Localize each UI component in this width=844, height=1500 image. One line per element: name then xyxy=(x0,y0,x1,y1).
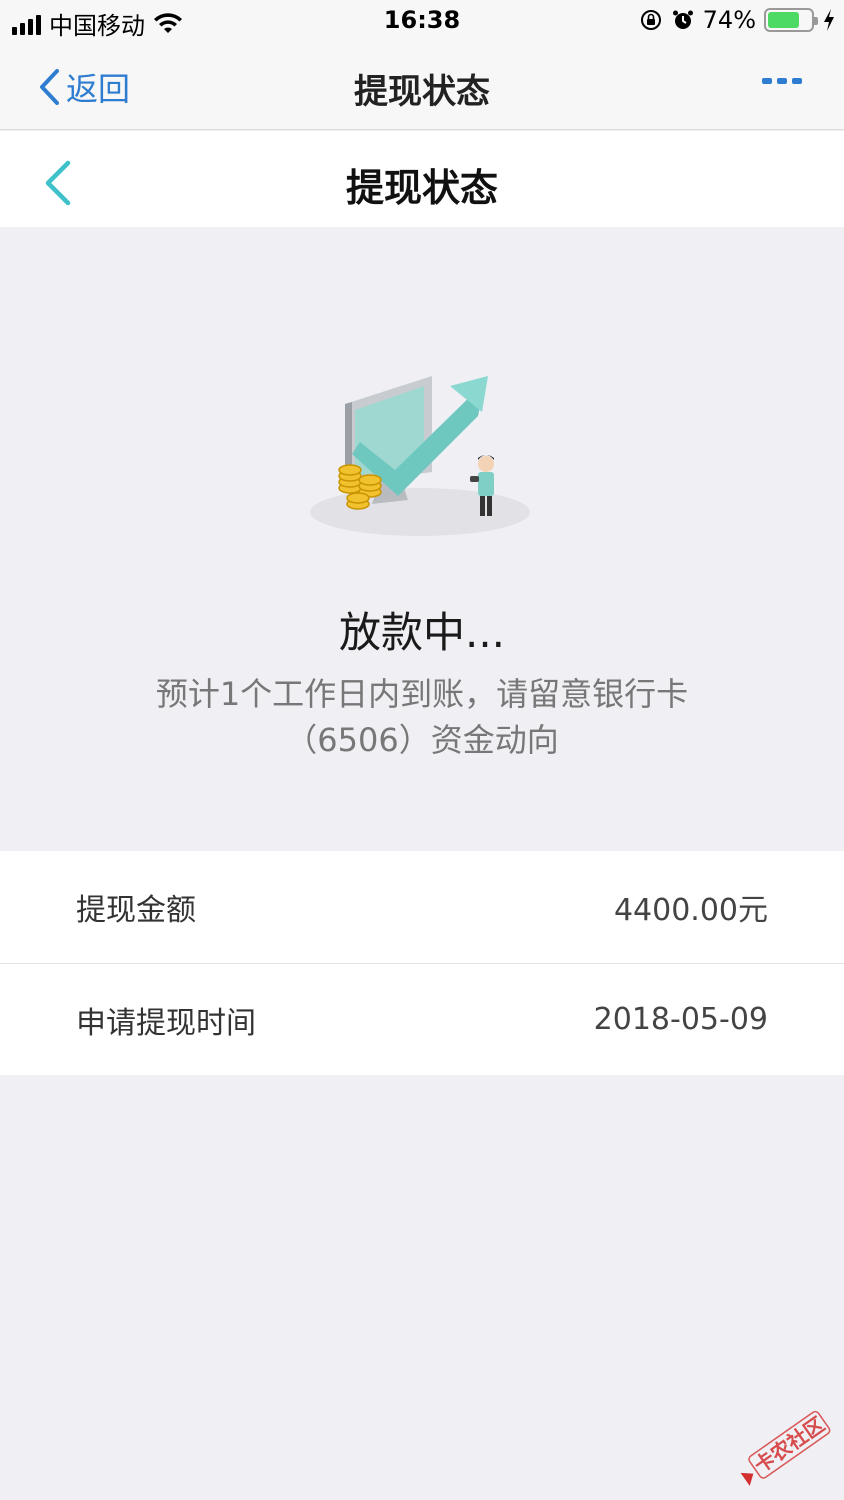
detail-value: 2018-05-09 xyxy=(593,1002,768,1037)
more-button[interactable] xyxy=(762,78,802,84)
withdrawal-details: 提现金额 4400.00元 申请提现时间 2018-05-09 xyxy=(0,851,844,1075)
battery-level-fill xyxy=(768,12,800,28)
status-right: 74% xyxy=(639,6,836,34)
ellipsis-icon xyxy=(762,78,772,84)
detail-value: 4400.00元 xyxy=(613,893,768,928)
navigation-bar: 返回 提现状态 xyxy=(0,42,844,130)
svg-text:卡农社区: 卡农社区 xyxy=(750,1412,829,1478)
withdrawal-illustration xyxy=(310,376,530,536)
detail-label: 提现金额 xyxy=(76,893,196,928)
watermark-logo: 卡农社区 xyxy=(740,1410,831,1486)
nav-title: 提现状态 xyxy=(354,72,490,112)
detail-label: 申请提现时间 xyxy=(76,1005,256,1041)
detail-row-apply-time: 申请提现时间 2018-05-09 xyxy=(0,963,844,1075)
detail-row-amount: 提现金额 4400.00元 xyxy=(0,851,844,963)
status-hero: 放款中... 预计1个工作日内到账，请留意银行卡（6506）资金动向 xyxy=(0,227,844,851)
page-title: 提现状态 xyxy=(345,166,498,210)
battery-percent: 74% xyxy=(702,6,756,34)
status-bar: 中国移动 16:38 74% xyxy=(0,0,844,42)
alarm-icon xyxy=(672,10,693,29)
battery-icon xyxy=(764,8,818,32)
status-title: 放款中... xyxy=(338,608,506,657)
page-header: 提现状态 xyxy=(0,131,844,227)
orientation-lock-icon xyxy=(640,10,661,30)
status-description: 预计1个工作日内到账，请留意银行卡（6506）资金动向 xyxy=(155,675,689,759)
charging-bolt-icon xyxy=(824,9,834,31)
